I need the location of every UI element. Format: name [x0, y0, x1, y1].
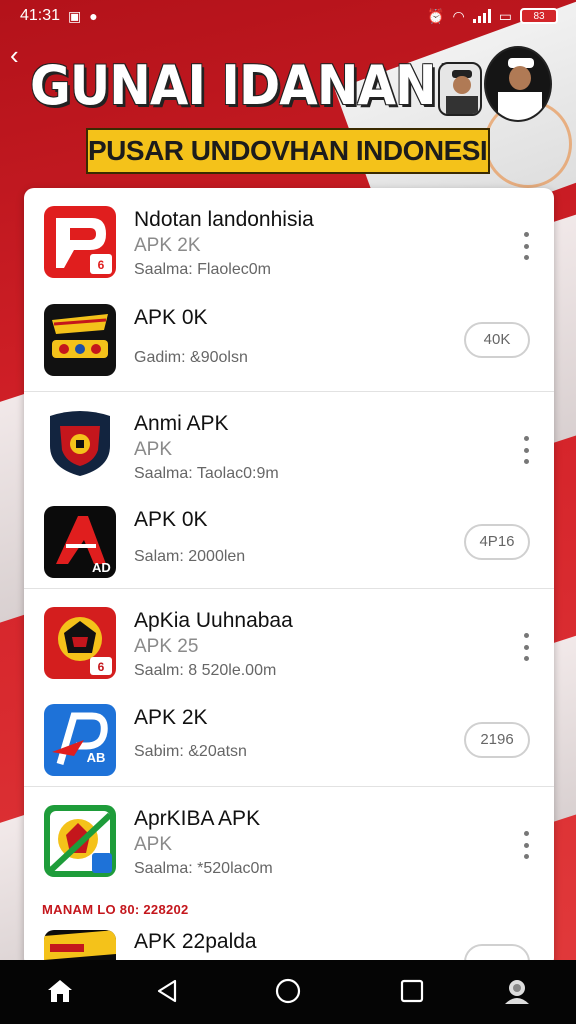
app-name: ApKia Uuhnabaa: [134, 609, 293, 632]
back-button[interactable]: ‹: [10, 42, 36, 68]
garuda-badge-icon: 6: [44, 607, 116, 679]
svg-text:6: 6: [98, 258, 105, 272]
list-item[interactable]: AprKIBA APK APK Saalma: *520lac0m: [24, 786, 554, 884]
list-item[interactable]: 6 ApKia Uuhnabaa APK 25 Saalm: 8 520le.0…: [24, 588, 554, 686]
app-meta: Sabim: &20atsn: [134, 743, 247, 760]
app-name: APK 0K: [134, 508, 208, 531]
blue-p-logo-icon: AB: [44, 704, 116, 776]
signal-icon: [472, 9, 491, 23]
page-subtitle: PUSAR UNDOVHAN INDONESIA: [86, 128, 490, 174]
data-icon: ▭: [498, 7, 512, 24]
app-subtitle: APK: [134, 439, 173, 460]
app-name: APK 0K: [134, 306, 208, 329]
battery-icon: 83: [520, 8, 558, 24]
home-circle-icon[interactable]: [271, 974, 305, 1008]
portrait-image-left: [438, 62, 482, 116]
battery-level: 83: [533, 10, 545, 22]
alarm-icon: ⏰: [427, 7, 445, 24]
list-item[interactable]: APK 0K Gadim: &90olsn 40K: [24, 286, 554, 384]
app-name: Anmi APK: [134, 412, 229, 435]
app-subtitle: APK: [134, 834, 173, 855]
app-name: Ndotan landonhisia: [134, 208, 314, 231]
app-meta: Saalma: Taolac0:9m: [134, 465, 279, 482]
profile-icon[interactable]: [500, 974, 534, 1008]
more-vert-icon[interactable]: [516, 831, 536, 859]
svg-text:6: 6: [98, 660, 105, 674]
list-item[interactable]: 6 Ndotan landonhisia APK 2K Saalma: Flao…: [24, 188, 554, 286]
garuda-emblem-icon: [44, 304, 116, 376]
more-vert-icon[interactable]: [516, 436, 536, 464]
list-item[interactable]: AD APK 0K Salam: 2000len 4P16: [24, 488, 554, 586]
app-name: APK 22palda: [134, 930, 257, 953]
portrait-image-right: [484, 46, 552, 122]
svg-text:AD: AD: [92, 560, 111, 575]
download-size-button[interactable]: 40K: [464, 322, 530, 358]
red-p-logo-icon: 6: [44, 206, 116, 278]
app-meta: Gadim: &90olsn: [134, 349, 248, 366]
app-subtitle: APK 2K: [134, 235, 201, 256]
location-icon: ●: [89, 8, 98, 24]
more-vert-icon[interactable]: [516, 232, 536, 260]
gallery-icon: ▣: [68, 7, 82, 24]
download-size-button[interactable]: 2196: [464, 722, 530, 758]
more-vert-icon[interactable]: [516, 633, 536, 661]
back-nav-icon[interactable]: [150, 974, 184, 1008]
app-meta: Salam: 2000len: [134, 548, 246, 565]
wifi-icon: ◠: [452, 7, 465, 24]
app-meta: Saalm: 8 520le.00m: [134, 662, 277, 679]
navigation-bar: [0, 960, 576, 1024]
green-emblem-icon: [44, 805, 116, 877]
red-a-logo-icon: AD: [44, 506, 116, 578]
status-time: 41:31: [20, 7, 61, 24]
list-item[interactable]: Anmi APK APK Saalma: Taolac0:9m: [24, 391, 554, 489]
app-meta: Saalma: *520lac0m: [134, 860, 273, 877]
svg-text:AB: AB: [87, 750, 106, 765]
list-item[interactable]: AB APK 2K Sabim: &20atsn 2196: [24, 686, 554, 784]
recents-icon[interactable]: [395, 974, 429, 1008]
app-name: APK 2K: [134, 706, 208, 729]
download-size-button[interactable]: 4P16: [464, 524, 530, 560]
app-list-card: 6 Ndotan landonhisia APK 2K Saalma: Flao…: [24, 188, 554, 968]
app-subtitle: APK 25: [134, 636, 199, 657]
status-bar: 41:31 ▣ ● ⏰ ◠ ▭ 83: [0, 0, 576, 32]
page-title: GUNAI IDANAN!: [30, 54, 458, 117]
section-date-label: MANAM LO 80: 228202: [42, 902, 189, 917]
app-name: AprKIBA APK: [134, 807, 261, 830]
app-meta: Saalma: Flaolec0m: [134, 261, 271, 278]
shield-emblem-icon: [44, 406, 116, 478]
home-icon[interactable]: [43, 974, 77, 1008]
